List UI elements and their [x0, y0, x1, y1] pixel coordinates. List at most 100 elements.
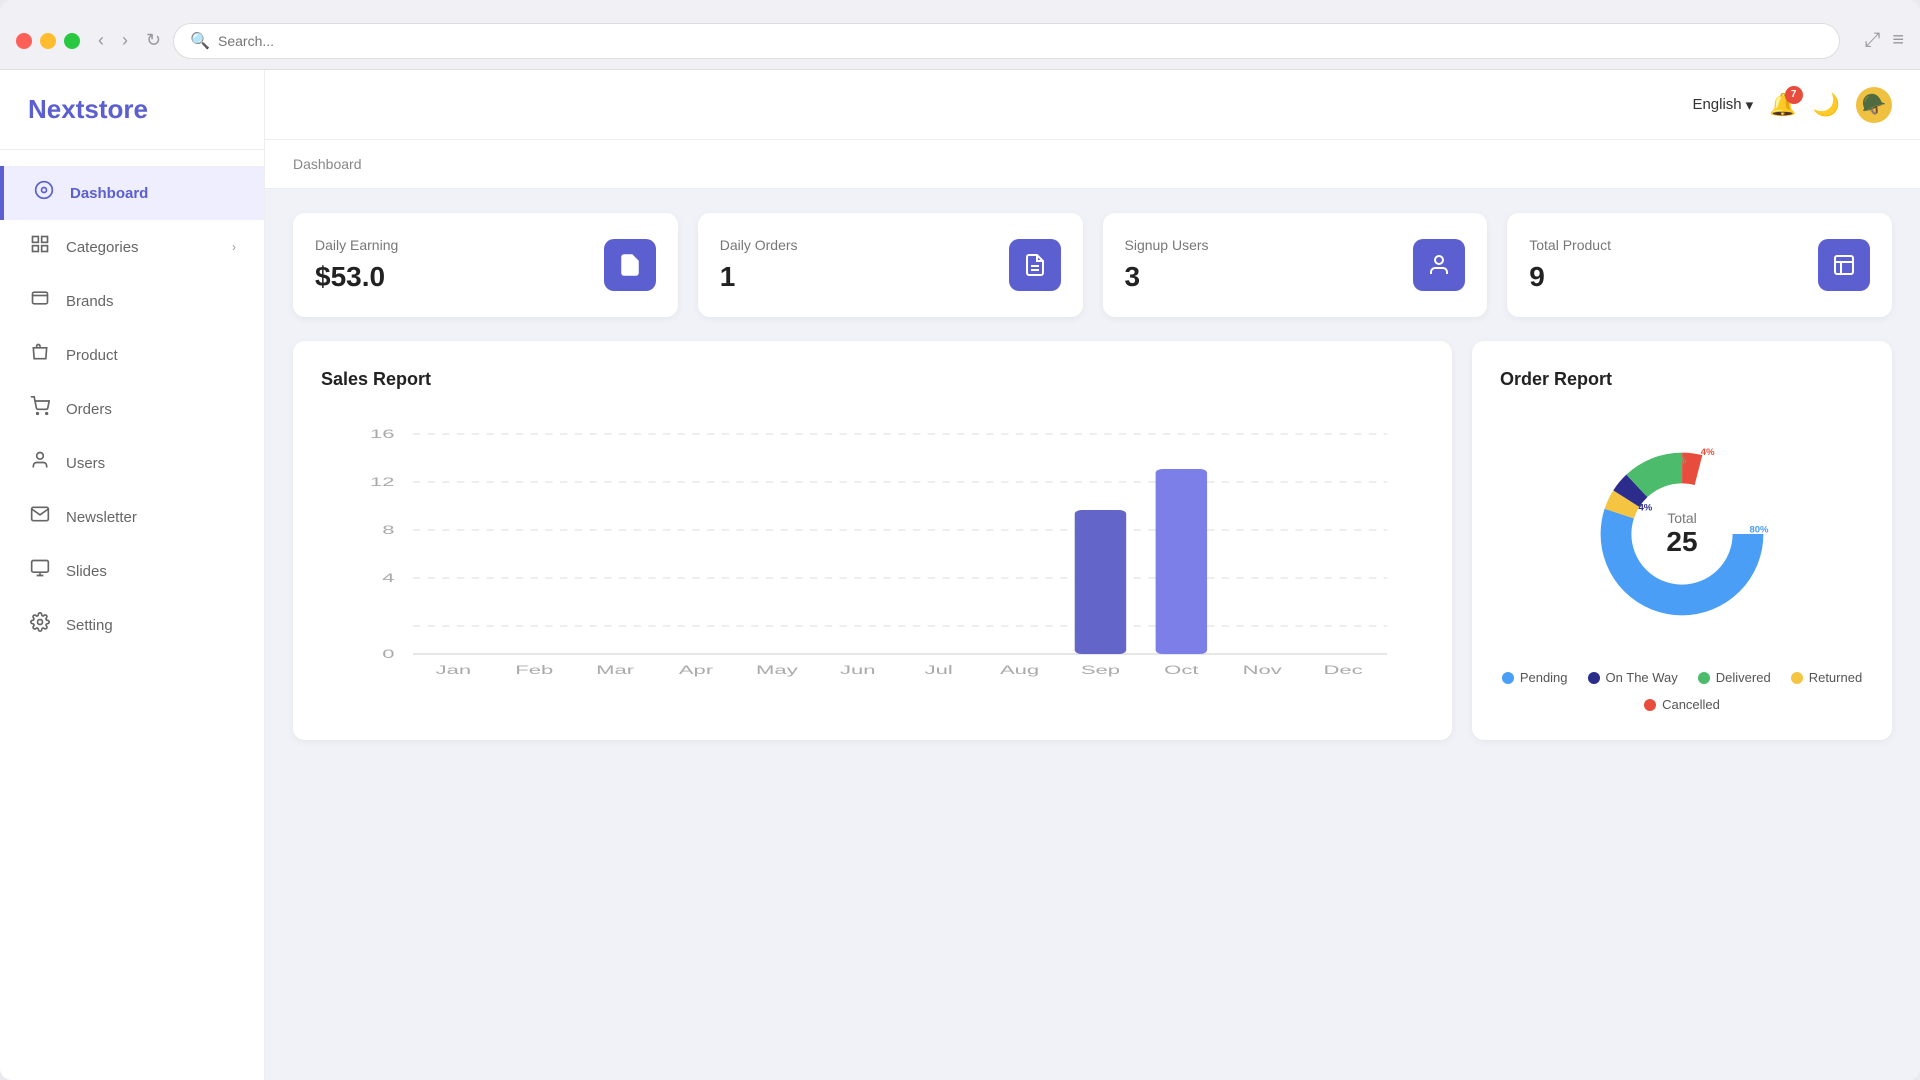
- stat-info-total-product: Total Product 9: [1529, 237, 1611, 293]
- stat-label-daily-orders: Daily Orders: [720, 237, 798, 253]
- sidebar-label-orders: Orders: [66, 401, 112, 418]
- svg-text:Apr: Apr: [679, 663, 713, 677]
- legend-label: Cancelled: [1662, 697, 1720, 712]
- stat-card-total-product: Total Product 9: [1507, 213, 1892, 317]
- nav-arrows: ‹ ›: [92, 26, 134, 55]
- stat-label-daily-earning: Daily Earning: [315, 237, 398, 253]
- sidebar-item-slides[interactable]: Slides: [0, 544, 264, 598]
- header: English ▾ 🔔 7 🌙 🪖: [265, 70, 1920, 140]
- content-area: Daily Earning $53.0 Daily Orders 1 Signu…: [265, 189, 1920, 1080]
- menu-icon[interactable]: ≡: [1892, 29, 1904, 52]
- language-selector[interactable]: English ▾: [1692, 96, 1753, 114]
- legend-item-delivered: Delivered: [1698, 670, 1771, 685]
- stat-info-daily-earning: Daily Earning $53.0: [315, 237, 398, 293]
- sidebar: Nextstore Dashboard Categories › Brands …: [0, 70, 265, 1080]
- sidebar-item-product[interactable]: Product: [0, 328, 264, 382]
- legend-dot: [1698, 672, 1710, 684]
- browser-chrome: ‹ › ↻ 🔍 ⤢ ≡: [0, 0, 1920, 70]
- sidebar-label-product: Product: [66, 347, 118, 364]
- setting-icon: [28, 612, 52, 638]
- header-right: English ▾ 🔔 7 🌙 🪖: [1692, 87, 1892, 123]
- stat-card-signup-users: Signup Users 3: [1103, 213, 1488, 317]
- legend-label: On The Way: [1606, 670, 1678, 685]
- stat-icon-daily-orders: [1009, 239, 1061, 291]
- svg-text:4%: 4%: [1638, 503, 1652, 514]
- minimize-dot[interactable]: [40, 33, 56, 49]
- donut-total-value: 25: [1666, 526, 1697, 558]
- refresh-button[interactable]: ↻: [146, 30, 161, 51]
- logo-regular: store: [84, 94, 148, 124]
- right-panel: English ▾ 🔔 7 🌙 🪖 Dashboard Daily Earnin…: [265, 70, 1920, 1080]
- language-label: English: [1692, 96, 1741, 113]
- stat-icon-signup-users: [1413, 239, 1465, 291]
- sidebar-item-users[interactable]: Users: [0, 436, 264, 490]
- avatar[interactable]: 🪖: [1856, 87, 1892, 123]
- stat-icon-daily-earning: [604, 239, 656, 291]
- close-dot[interactable]: [16, 33, 32, 49]
- sidebar-item-setting[interactable]: Setting: [0, 598, 264, 652]
- sidebar-label-dashboard: Dashboard: [70, 185, 148, 202]
- sidebar-label-slides: Slides: [66, 563, 107, 580]
- stat-label-total-product: Total Product: [1529, 237, 1611, 253]
- sidebar-item-categories[interactable]: Categories ›: [0, 220, 264, 274]
- donut-center: Total 25: [1666, 510, 1697, 558]
- donut-area: 80% 12% 4% 4% Total 25: [1500, 414, 1864, 712]
- svg-text:Dec: Dec: [1323, 663, 1362, 677]
- logo: Nextstore: [28, 94, 236, 125]
- expand-icon[interactable]: ⤢: [1864, 29, 1880, 52]
- donut-total-label: Total: [1666, 510, 1697, 526]
- dashboard-icon: [32, 180, 56, 206]
- language-arrow-icon: ▾: [1746, 96, 1754, 114]
- svg-text:Jun: Jun: [840, 663, 876, 677]
- stat-value-daily-earning: $53.0: [315, 261, 398, 293]
- sidebar-item-orders[interactable]: Orders: [0, 382, 264, 436]
- breadcrumb: Dashboard: [265, 140, 1920, 189]
- bar-chart-area: 16 12 8 4 0 Jan Feb Mar Apr May: [321, 414, 1424, 694]
- browser-actions: ⤢ ≡: [1864, 29, 1904, 52]
- svg-text:Sep: Sep: [1081, 663, 1120, 677]
- search-input[interactable]: [218, 33, 1823, 49]
- traffic-lights: [16, 33, 80, 49]
- stat-card-daily-orders: Daily Orders 1: [698, 213, 1083, 317]
- stat-card-daily-earning: Daily Earning $53.0: [293, 213, 678, 317]
- charts-grid: Sales Report 16: [293, 341, 1892, 740]
- svg-text:Oct: Oct: [1164, 663, 1198, 677]
- address-bar[interactable]: 🔍: [173, 23, 1840, 59]
- order-report-card: Order Report: [1472, 341, 1892, 740]
- legend-item-returned: Returned: [1791, 670, 1862, 685]
- main-content: Dashboard Daily Earning $53.0 Daily Orde…: [265, 140, 1920, 1080]
- sidebar-label-users: Users: [66, 455, 105, 472]
- donut-container: 80% 12% 4% 4% Total 25: [1572, 424, 1792, 644]
- search-icon: 🔍: [190, 31, 210, 51]
- categories-icon: [28, 234, 52, 260]
- legend-dot: [1502, 672, 1514, 684]
- legend-dot: [1791, 672, 1803, 684]
- stat-value-total-product: 9: [1529, 261, 1611, 293]
- forward-button[interactable]: ›: [116, 26, 134, 55]
- maximize-dot[interactable]: [64, 33, 80, 49]
- sidebar-item-brands[interactable]: Brands: [0, 274, 264, 328]
- legend-item-cancelled: Cancelled: [1644, 697, 1720, 712]
- sales-report-card: Sales Report 16: [293, 341, 1452, 740]
- svg-text:0: 0: [382, 647, 394, 661]
- sidebar-label-newsletter: Newsletter: [66, 509, 137, 526]
- legend-label: Returned: [1809, 670, 1862, 685]
- sidebar-label-brands: Brands: [66, 293, 114, 310]
- svg-text:4%: 4%: [1701, 447, 1715, 458]
- svg-text:Feb: Feb: [515, 663, 553, 677]
- logo-area: Nextstore: [0, 70, 264, 150]
- svg-text:16: 16: [370, 427, 395, 441]
- theme-toggle-button[interactable]: 🌙: [1813, 92, 1840, 118]
- back-button[interactable]: ‹: [92, 26, 110, 55]
- notification-badge: 7: [1785, 86, 1803, 104]
- sidebar-item-dashboard[interactable]: Dashboard: [0, 166, 264, 220]
- nav-menu: Dashboard Categories › Brands Product Or…: [0, 150, 264, 668]
- legend-dot: [1644, 699, 1656, 711]
- notification-button[interactable]: 🔔 7: [1769, 92, 1796, 118]
- stat-info-signup-users: Signup Users 3: [1125, 237, 1209, 293]
- product-icon: [28, 342, 52, 368]
- stats-grid: Daily Earning $53.0 Daily Orders 1 Signu…: [293, 213, 1892, 317]
- sidebar-label-setting: Setting: [66, 617, 113, 634]
- svg-text:8: 8: [382, 523, 394, 537]
- sidebar-item-newsletter[interactable]: Newsletter: [0, 490, 264, 544]
